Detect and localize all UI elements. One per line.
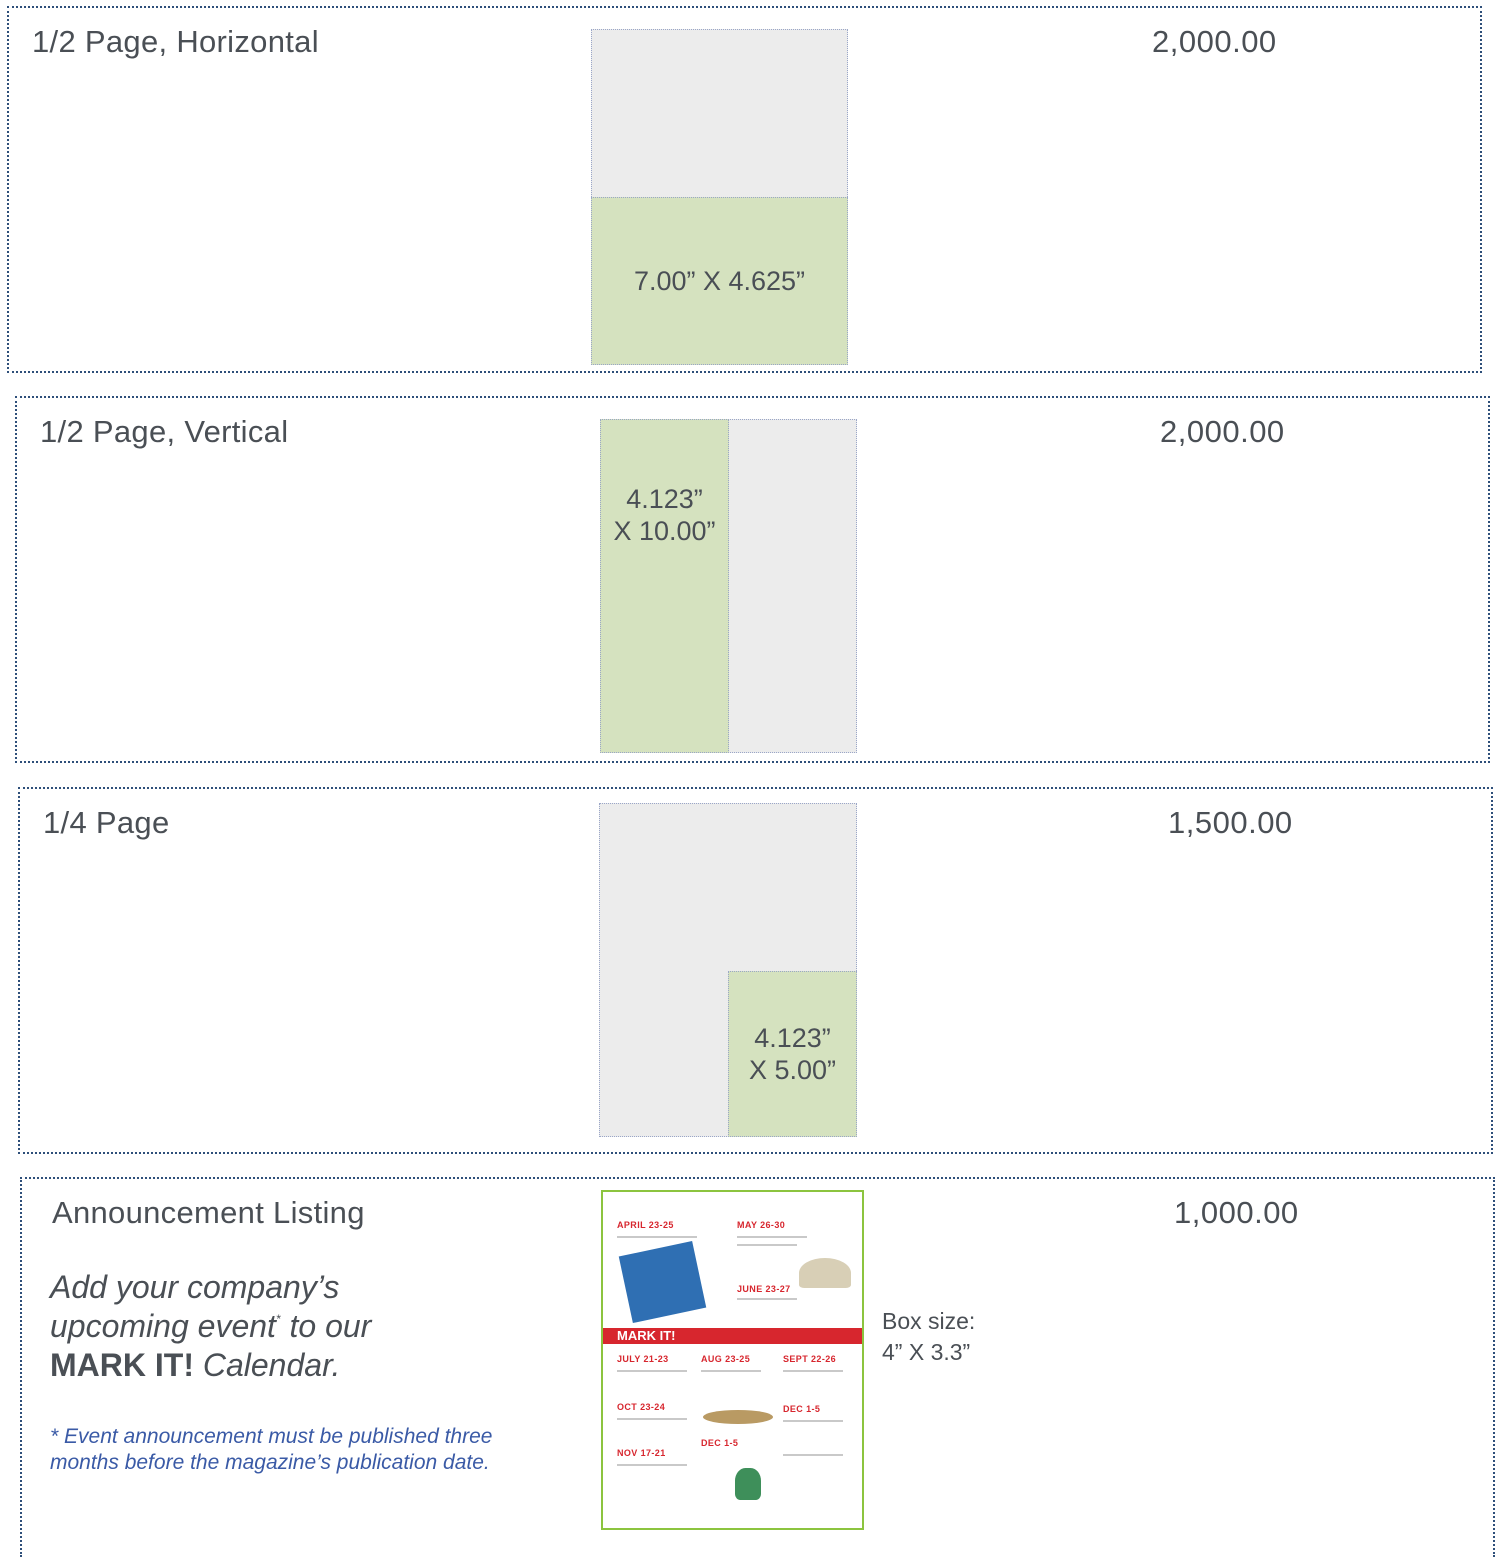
ad-price: 2,000.00: [1160, 414, 1285, 449]
ad-area: 4.123” X 10.00”: [600, 419, 729, 753]
ad-price: 2,000.00: [1152, 24, 1277, 59]
calendar-thumbnail: APRIL 23-25 MAY 26-30 JUNE 23-27 MARK IT…: [601, 1190, 864, 1530]
figure-image: [735, 1468, 761, 1500]
ad-size-label: 1/2 Page, Horizontal: [32, 24, 319, 59]
footnote: * Event announcement must be published t…: [50, 1425, 493, 1475]
ad-size-label: 1/2 Page, Vertical: [40, 414, 289, 449]
ad-area: 7.00” X 4.625”: [591, 197, 848, 365]
box-size: Box size: 4” X 3.3”: [882, 1308, 976, 1366]
ad-size-label: Announcement Listing: [52, 1195, 365, 1230]
promo-text: Add your company’s upcoming event* to ou…: [50, 1269, 372, 1384]
mark-it-title: MARK IT!: [50, 1347, 194, 1384]
magazine-cover-image: [618, 1240, 707, 1324]
mark-it-banner: MARK IT!: [603, 1328, 862, 1344]
ad-dimensions: 7.00” X 4.625”: [633, 265, 806, 296]
ad-price: 1,000.00: [1174, 1195, 1299, 1230]
ad-dimensions: 4.123” X 10.00”: [613, 484, 716, 547]
ad-area: 4.123” X 5.00”: [728, 971, 857, 1137]
ad-price: 1,500.00: [1168, 805, 1293, 840]
plant-image: [703, 1410, 773, 1424]
ad-size-label: 1/4 Page: [43, 805, 170, 840]
hardhat-image: [799, 1258, 851, 1288]
ad-dimensions: 4.123” X 5.00”: [748, 1022, 837, 1085]
